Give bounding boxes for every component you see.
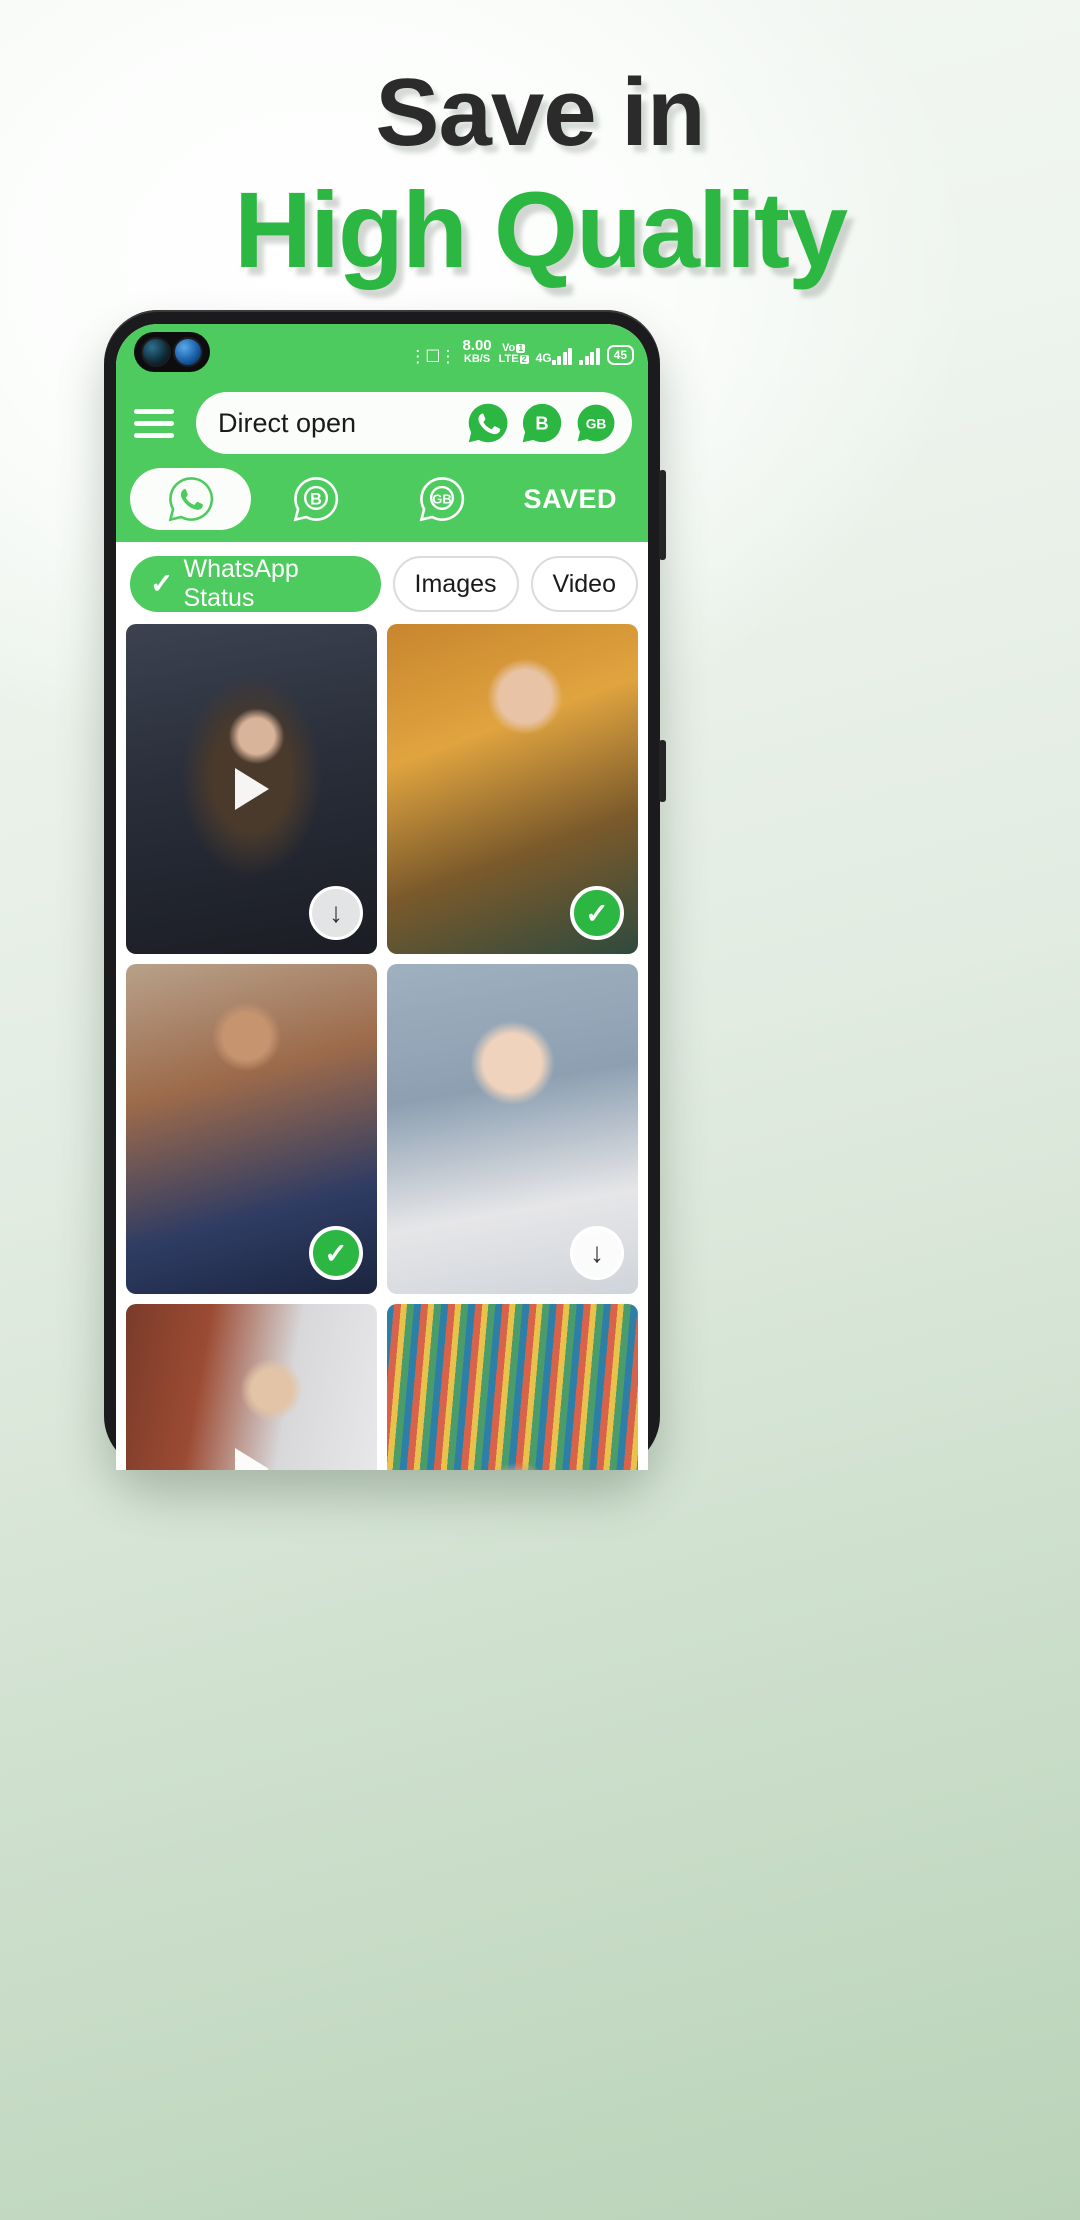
tab-business[interactable]: B xyxy=(255,468,376,530)
volte-label-bottom: LTE xyxy=(498,352,519,365)
vibrate-icon: ⋮☐⋮ xyxy=(409,346,456,366)
chip-label: Video xyxy=(552,569,617,598)
phone-power-button xyxy=(659,740,666,802)
status-thumbnail xyxy=(126,1304,377,1470)
status-item-5[interactable] xyxy=(126,1304,377,1470)
saved-badge[interactable]: ✓ xyxy=(309,1226,363,1280)
whatsapp-icon xyxy=(168,477,213,522)
whatsapp-business-icon[interactable]: B xyxy=(520,401,564,445)
network-speed-value: 8.00 xyxy=(462,337,492,355)
hamburger-menu-icon[interactable] xyxy=(134,408,174,438)
gb-letters: GB xyxy=(586,417,607,432)
status-item-6[interactable] xyxy=(387,1304,638,1470)
network-type-indicator: 4G xyxy=(535,347,573,365)
promo-headline: Save in High Quality xyxy=(0,62,1080,288)
sim1-badge: 1 xyxy=(516,342,526,353)
chip-images[interactable]: Images xyxy=(392,556,519,612)
status-grid: ↓ ✓ ✓ ↓ xyxy=(116,624,648,1470)
network-speed-indicator: 8.00 KB/S xyxy=(462,337,492,365)
tab-gb[interactable]: GB xyxy=(381,468,502,530)
app-bar: Direct open B GB xyxy=(116,380,648,468)
whatsapp-icon[interactable] xyxy=(466,401,510,445)
play-icon[interactable] xyxy=(234,1448,269,1470)
status-item-2[interactable]: ✓ xyxy=(387,624,638,954)
hamburger-line xyxy=(134,432,174,438)
phone-screen: ⋮☐⋮ 8.00 KB/S Vo 1 LTE 2 4G 45 Direct op… xyxy=(116,324,648,1470)
filter-chip-row: ✓ WhatsApp Status Images Video xyxy=(116,542,648,624)
status-item-4[interactable]: ↓ xyxy=(387,964,638,1294)
status-thumbnail xyxy=(387,1304,638,1470)
source-tab-bar: B GB SAVED xyxy=(116,468,648,542)
direct-open-label: Direct open xyxy=(218,407,357,438)
phone-mockup: ⋮☐⋮ 8.00 KB/S Vo 1 LTE 2 4G 45 Direct op… xyxy=(104,310,666,1470)
chip-video[interactable]: Video xyxy=(530,556,638,612)
status-bar: ⋮☐⋮ 8.00 KB/S Vo 1 LTE 2 4G 45 xyxy=(116,324,648,380)
business-letter: B xyxy=(310,490,322,508)
chip-label: WhatsApp Status xyxy=(183,555,299,612)
status-item-1[interactable]: ↓ xyxy=(126,624,377,954)
download-badge[interactable]: ↓ xyxy=(570,1226,624,1280)
punch-hole-camera xyxy=(134,332,210,372)
download-badge[interactable]: ↓ xyxy=(309,886,363,940)
business-letter: B xyxy=(535,412,548,433)
battery-indicator: 45 xyxy=(606,344,634,365)
gb-letters: GB xyxy=(432,491,452,506)
tab-saved[interactable]: SAVED xyxy=(506,468,634,530)
sim2-badge: 2 xyxy=(519,353,529,364)
front-camera-icon xyxy=(141,337,171,367)
volte-indicator: Vo 1 LTE 2 xyxy=(498,342,529,365)
signal-bars-sim1-icon xyxy=(551,347,573,365)
play-icon[interactable] xyxy=(234,768,269,810)
chip-whatsapp-status[interactable]: ✓ WhatsApp Status xyxy=(130,555,381,612)
phone-volume-button xyxy=(659,470,666,560)
gb-whatsapp-icon: GB xyxy=(419,477,464,522)
check-icon: ✓ xyxy=(150,568,174,599)
tab-whatsapp[interactable] xyxy=(130,468,252,530)
gb-whatsapp-icon[interactable]: GB xyxy=(574,401,618,445)
direct-open-bar[interactable]: Direct open B GB xyxy=(196,392,632,454)
chip-label: Images xyxy=(414,569,497,598)
status-item-3[interactable]: ✓ xyxy=(126,964,377,1294)
signal-bars-sim2-icon xyxy=(579,347,600,365)
whatsapp-business-icon: B xyxy=(293,477,339,522)
hamburger-line xyxy=(134,420,174,426)
headline-line-2: High Quality xyxy=(233,168,848,290)
headline-line-1: Save in xyxy=(375,59,705,166)
network-speed-unit: KB/S xyxy=(463,352,491,365)
network-type-label: 4G xyxy=(535,350,552,365)
hamburger-line xyxy=(134,408,174,414)
front-camera-secondary-icon xyxy=(173,337,203,367)
saved-badge[interactable]: ✓ xyxy=(570,886,624,940)
